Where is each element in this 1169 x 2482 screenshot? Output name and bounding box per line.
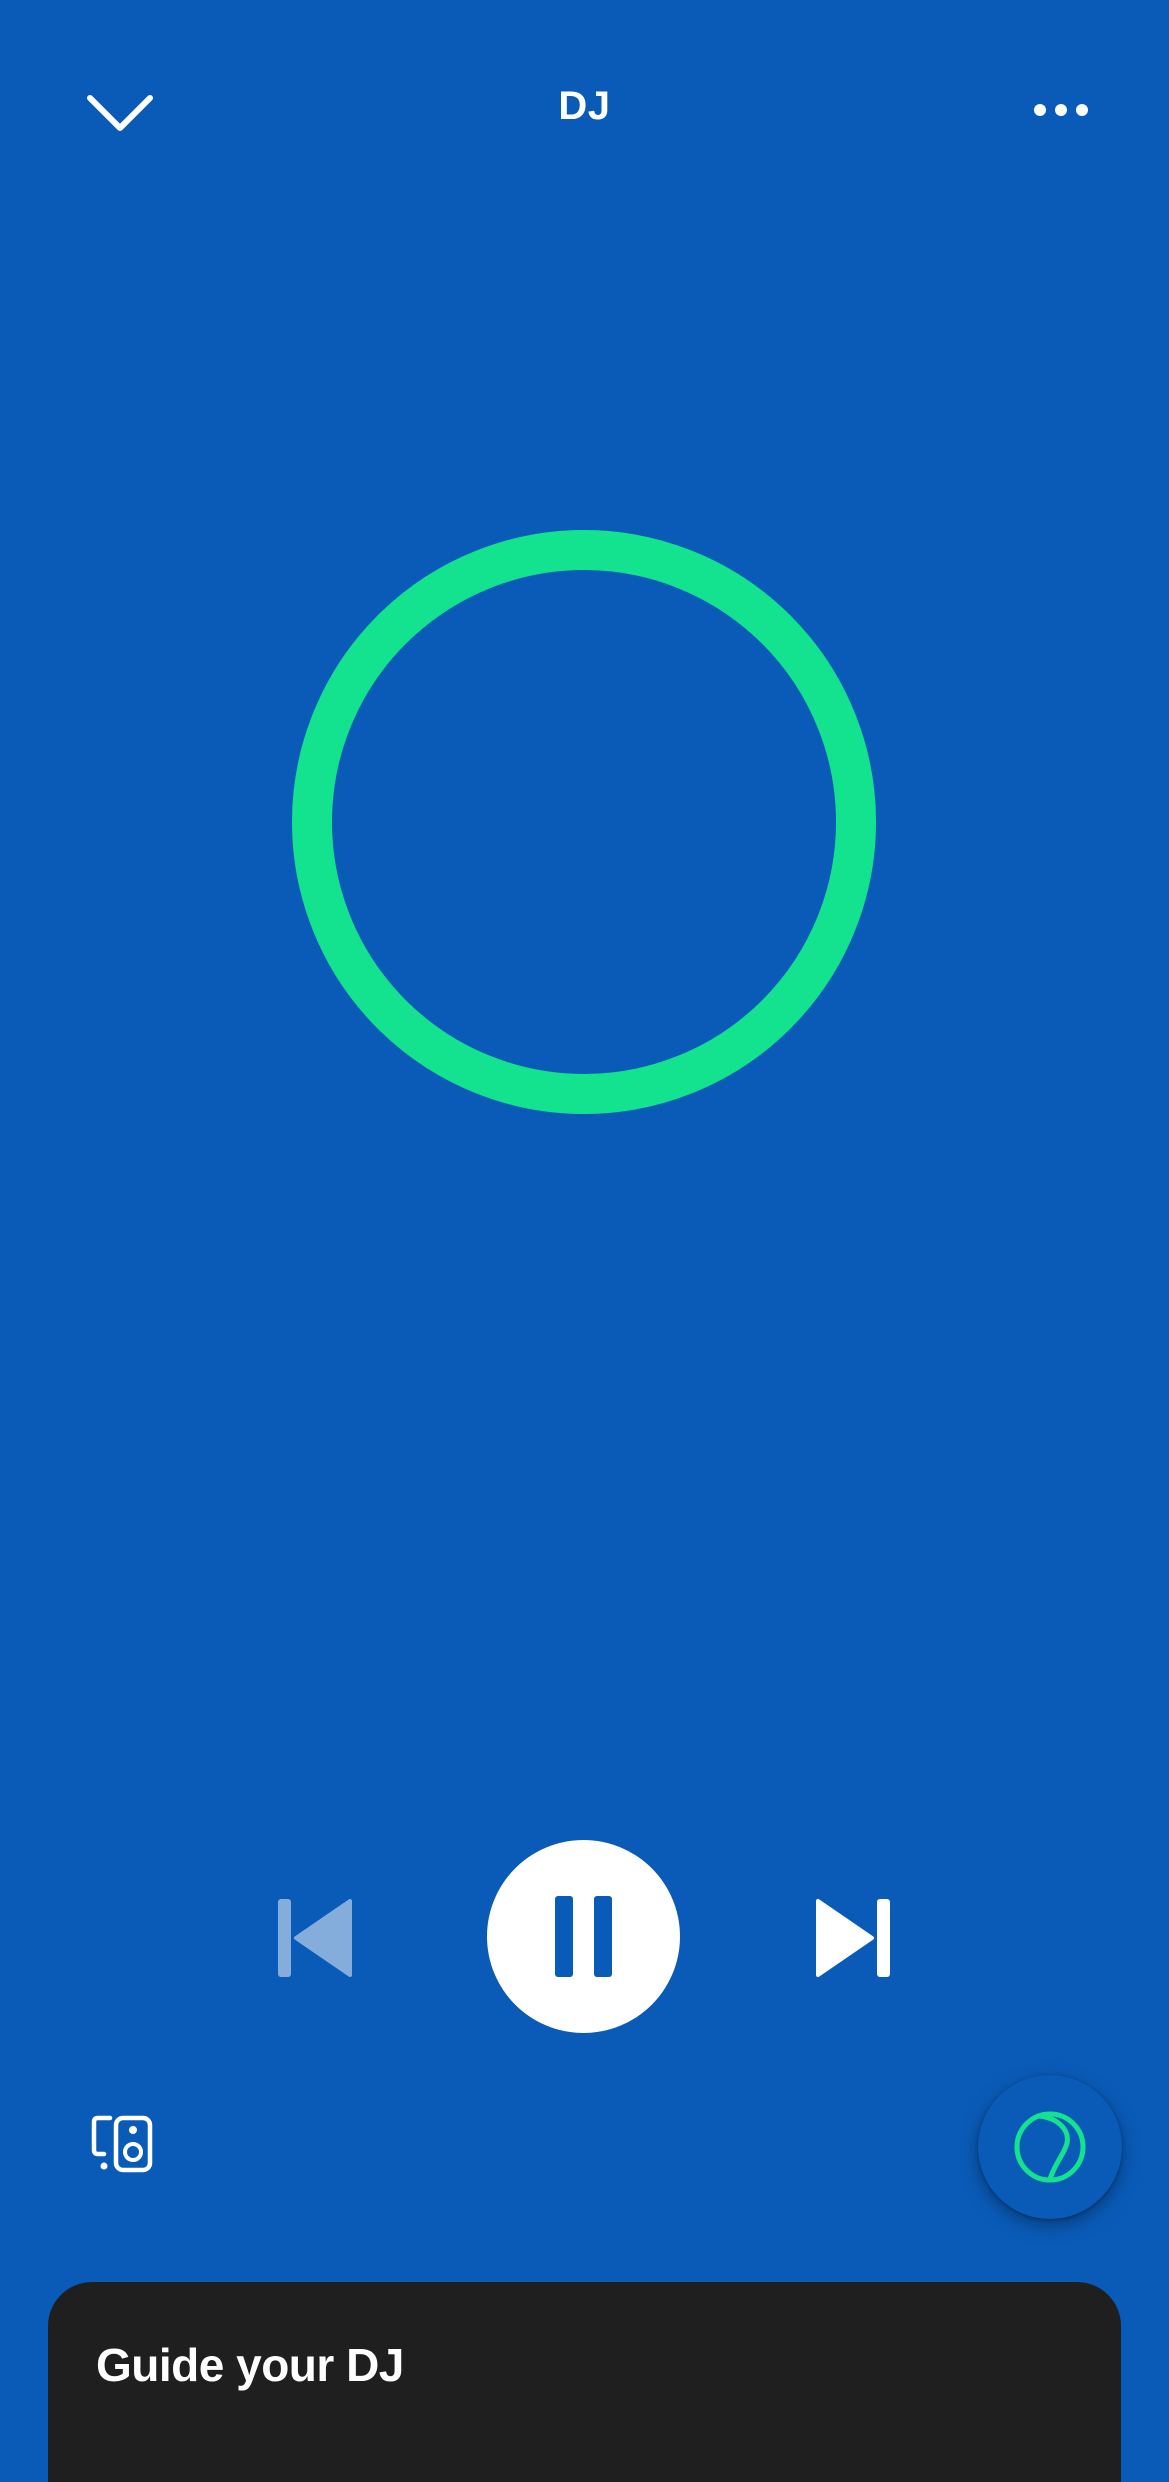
skip-next-icon (816, 1899, 890, 1977)
pause-icon (555, 1896, 612, 1977)
skip-previous-icon (278, 1899, 352, 1977)
connect-devices-icon (91, 2115, 153, 2173)
now-playing-screen: DJ Guide your DJ (0, 0, 1169, 2482)
page-title: DJ (558, 84, 611, 128)
guide-your-dj-sheet[interactable]: Guide your DJ (48, 2282, 1121, 2482)
pause-button[interactable] (487, 1840, 680, 2033)
more-options-button[interactable] (1020, 90, 1120, 130)
top-bar: DJ (0, 0, 1169, 220)
previous-button[interactable] (276, 1895, 356, 1981)
connect-devices-button[interactable] (90, 2114, 160, 2174)
dj-ring-icon (292, 530, 876, 1114)
next-button[interactable] (812, 1895, 892, 1981)
more-horizontal-icon (1034, 104, 1088, 116)
dj-voice-icon (1014, 2111, 1086, 2183)
playback-controls (0, 1840, 1169, 2035)
dj-voice-button[interactable] (978, 2075, 1122, 2219)
guide-title: Guide your DJ (96, 2339, 404, 2391)
